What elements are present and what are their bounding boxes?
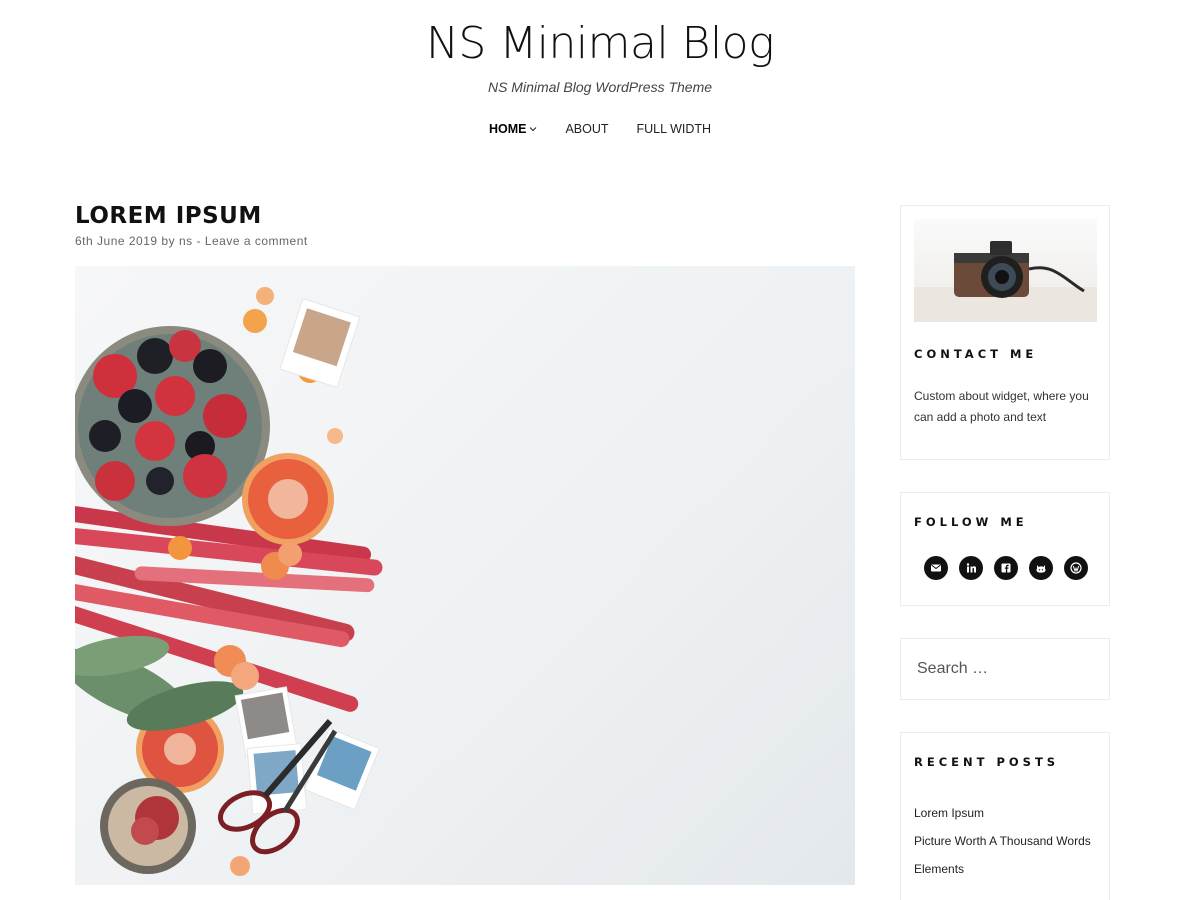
follow-widget-title: FOLLOW ME <box>914 515 1028 529</box>
github-icon[interactable] <box>1029 556 1053 580</box>
about-widget-text: Custom about widget, where you can add a… <box>914 389 1089 424</box>
recent-posts-list: Lorem Ipsum Picture Worth A Thousand Wor… <box>914 799 1091 883</box>
wordpress-icon[interactable] <box>1064 556 1088 580</box>
main-nav: HOME ABOUT FULL WIDTH <box>0 120 1200 138</box>
leave-comment-link[interactable]: Leave a comment <box>205 234 308 248</box>
meta-separator: - <box>196 234 201 248</box>
peppercorn-bowl <box>100 778 196 874</box>
nav-item-full-width[interactable]: FULL WIDTH <box>623 120 726 138</box>
post-content: LOREM IPSUM 6th June 2019 by ns - Leave … <box>75 200 855 885</box>
nav-item-home[interactable]: HOME <box>475 120 552 138</box>
search-widget <box>900 638 1110 700</box>
nav-item-label: HOME <box>488 122 527 136</box>
nav-item-label: FULL WIDTH <box>636 122 712 136</box>
recent-posts-widget: RECENT POSTS Lorem Ipsum Picture Worth A… <box>900 732 1110 900</box>
featured-image[interactable] <box>75 266 855 885</box>
post-by-label: by <box>161 234 176 248</box>
camera-icon <box>914 241 1097 322</box>
email-icon[interactable] <box>924 556 948 580</box>
list-item: Elements <box>914 855 1091 883</box>
search-input[interactable] <box>902 640 1108 698</box>
featured-image-art <box>75 287 383 876</box>
camera-photo <box>914 219 1097 322</box>
list-item: Picture Worth A Thousand Words <box>914 827 1091 855</box>
recent-post-link[interactable]: Elements <box>914 862 964 876</box>
post-title[interactable]: LOREM IPSUM <box>75 200 855 232</box>
post-date-link[interactable]: 6th June 2019 <box>75 234 158 248</box>
nav-item-label: ABOUT <box>565 122 609 136</box>
about-widget: CONTACT ME Custom about widget, where yo… <box>900 205 1110 460</box>
follow-widget: FOLLOW ME <box>900 492 1110 606</box>
recent-posts-title: RECENT POSTS <box>914 755 1060 769</box>
berry-bowl <box>75 326 270 526</box>
facebook-icon[interactable] <box>994 556 1018 580</box>
recent-post-link[interactable]: Picture Worth A Thousand Words <box>914 834 1091 848</box>
site-title[interactable]: NS Minimal Blog <box>0 16 1200 72</box>
chevron-down-icon <box>530 127 537 132</box>
nav-item-about[interactable]: ABOUT <box>551 120 622 138</box>
site-tagline: NS Minimal Blog WordPress Theme <box>487 79 713 95</box>
post-meta: 6th June 2019 by ns - Leave a comment <box>75 233 855 249</box>
about-widget-title: CONTACT ME <box>914 347 1038 361</box>
list-item: Lorem Ipsum <box>914 799 1091 827</box>
post-author-link[interactable]: ns <box>179 234 193 248</box>
linkedin-icon[interactable] <box>959 556 983 580</box>
leaves <box>75 635 244 731</box>
recent-post-link[interactable]: Lorem Ipsum <box>914 806 984 820</box>
social-links <box>924 556 1088 580</box>
